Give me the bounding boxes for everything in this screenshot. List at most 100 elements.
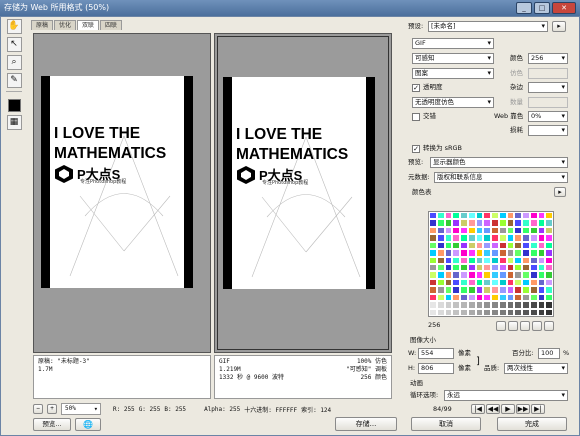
color-swatch[interactable]	[498, 234, 507, 242]
quality-select[interactable]: 两次线性	[504, 363, 568, 374]
color-swatch[interactable]	[522, 249, 530, 257]
color-swatch[interactable]	[514, 263, 522, 272]
color-swatch[interactable]	[436, 219, 445, 227]
color-swatch[interactable]	[467, 271, 476, 279]
transparency-checkbox[interactable]: ✓	[412, 84, 420, 92]
color-swatch[interactable]	[506, 256, 515, 264]
color-swatch[interactable]	[483, 301, 491, 309]
convert-srgb-checkbox[interactable]: ✓	[412, 145, 420, 153]
color-swatch[interactable]	[467, 286, 476, 294]
color-swatch[interactable]	[475, 241, 484, 250]
color-swatch[interactable]	[475, 301, 484, 309]
color-swatch[interactable]	[460, 271, 468, 279]
color-swatch[interactable]	[529, 278, 538, 287]
preview-pane-original[interactable]: I LOVE THE MATHEMATICS P大点S 专注Photoshop教…	[33, 33, 211, 353]
color-swatch[interactable]	[429, 301, 437, 309]
percent-field[interactable]: 100	[538, 348, 560, 359]
color-swatch[interactable]	[475, 263, 484, 272]
color-swatch[interactable]	[545, 308, 553, 316]
color-swatch[interactable]	[498, 293, 507, 302]
color-swatch[interactable]	[436, 271, 445, 279]
color-swatch[interactable]	[529, 271, 538, 279]
color-swatch[interactable]	[506, 271, 515, 279]
next-frame-icon[interactable]: ▶▶	[516, 404, 530, 414]
color-swatch[interactable]	[545, 234, 553, 242]
color-swatch[interactable]	[529, 263, 538, 272]
color-swatch[interactable]	[444, 278, 453, 287]
color-swatch[interactable]	[506, 219, 515, 227]
hand-tool-icon[interactable]: ✋	[6, 19, 22, 34]
optimize-menu-button[interactable]: ▸	[552, 21, 566, 32]
preview-pane-optimized[interactable]: I LOVE THE MATHEMATICS P大点S 专注Photoshop教…	[214, 33, 392, 353]
color-swatch[interactable]	[436, 278, 445, 287]
color-swatch[interactable]	[483, 212, 491, 220]
zoom-in-button[interactable]: +	[47, 404, 57, 414]
color-swatch[interactable]	[498, 249, 507, 257]
color-swatch[interactable]	[537, 249, 546, 257]
format-select[interactable]: GIF	[412, 38, 494, 49]
color-swatch[interactable]	[483, 286, 491, 294]
color-swatch[interactable]	[467, 263, 476, 272]
color-swatch[interactable]	[452, 263, 460, 272]
color-swatch[interactable]	[514, 293, 522, 302]
color-swatch[interactable]	[436, 234, 445, 242]
color-swatch[interactable]	[514, 286, 522, 294]
color-swatch[interactable]	[483, 219, 491, 227]
constrain-link-icon[interactable]: ]	[476, 356, 480, 367]
play-icon[interactable]: ▶	[501, 404, 515, 414]
color-swatch[interactable]	[506, 212, 515, 220]
color-swatch[interactable]	[545, 301, 553, 309]
color-swatch[interactable]	[483, 256, 491, 264]
color-swatch[interactable]	[483, 293, 491, 302]
color-swatch[interactable]	[491, 226, 499, 235]
color-swatch[interactable]	[514, 308, 522, 316]
color-swatch[interactable]	[436, 212, 445, 220]
color-swatch[interactable]	[429, 219, 437, 227]
color-swatch[interactable]	[537, 212, 546, 220]
color-swatch[interactable]	[522, 286, 530, 294]
color-swatch[interactable]	[429, 212, 437, 220]
color-swatch[interactable]	[506, 263, 515, 272]
color-swatch[interactable]	[514, 301, 522, 309]
color-swatch[interactable]	[436, 226, 445, 235]
color-swatch[interactable]	[467, 301, 476, 309]
color-swatch[interactable]	[522, 308, 530, 316]
color-swatch[interactable]	[452, 278, 460, 287]
color-swatch[interactable]	[514, 234, 522, 242]
color-swatch[interactable]	[460, 286, 468, 294]
color-swatch[interactable]	[545, 278, 553, 287]
color-swatch[interactable]	[529, 249, 538, 257]
color-swatch[interactable]	[522, 278, 530, 287]
color-swatch[interactable]	[475, 293, 484, 302]
transparency-dither-select[interactable]: 无透明度仿色	[412, 97, 494, 108]
color-swatch[interactable]	[452, 219, 460, 227]
color-swatch[interactable]	[460, 234, 468, 242]
color-swatch[interactable]	[498, 278, 507, 287]
reduction-select[interactable]: 可感知	[412, 53, 494, 64]
color-swatch[interactable]	[529, 286, 538, 294]
color-swatch[interactable]	[483, 241, 491, 250]
color-swatch[interactable]	[429, 256, 437, 264]
browser-select-button[interactable]: 🌐	[75, 418, 101, 431]
color-swatch[interactable]	[475, 308, 484, 316]
color-swatch[interactable]	[436, 249, 445, 257]
color-swatch[interactable]	[506, 293, 515, 302]
color-swatch[interactable]	[475, 249, 484, 257]
color-swatch[interactable]	[537, 263, 546, 272]
zoom-tool-icon[interactable]: ⌕	[6, 55, 22, 70]
color-swatch[interactable]	[483, 271, 491, 279]
color-swatch[interactable]	[467, 234, 476, 242]
color-swatch[interactable]	[460, 241, 468, 250]
color-swatch[interactable]	[467, 249, 476, 257]
color-swatch[interactable]	[467, 308, 476, 316]
color-swatch[interactable]	[491, 241, 499, 250]
color-swatch[interactable]	[460, 219, 468, 227]
color-swatch[interactable]	[460, 301, 468, 309]
color-swatch[interactable]	[467, 241, 476, 250]
color-swatch[interactable]	[545, 293, 553, 302]
color-swatch[interactable]	[537, 256, 546, 264]
color-swatch[interactable]	[436, 263, 445, 272]
color-swatch[interactable]	[506, 301, 515, 309]
color-swatch[interactable]	[491, 293, 499, 302]
color-swatch[interactable]	[429, 249, 437, 257]
